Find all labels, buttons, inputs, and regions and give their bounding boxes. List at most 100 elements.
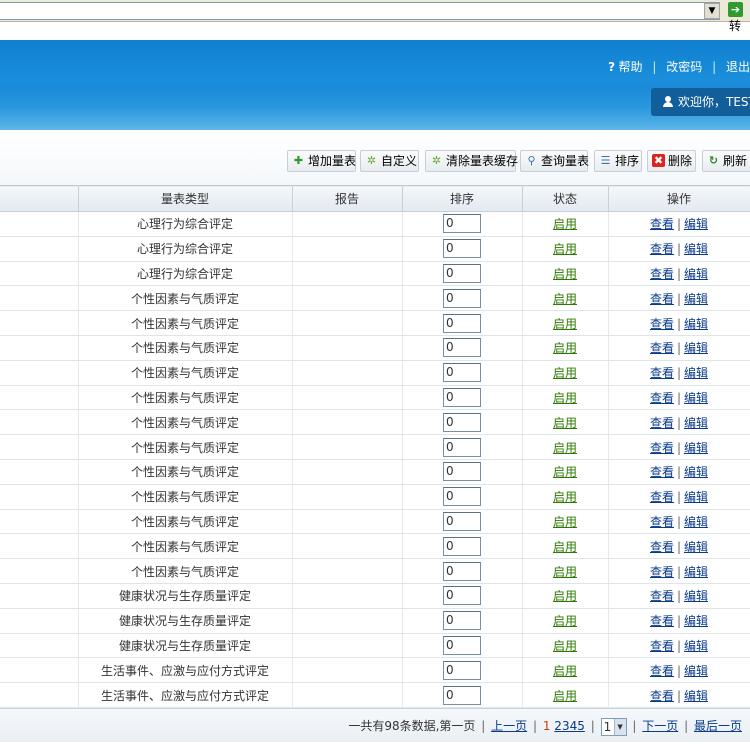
status-link[interactable]: 启用 <box>553 540 577 554</box>
view-link[interactable]: 查看 <box>650 416 674 430</box>
change-password-link[interactable]: 改密码 <box>666 60 702 74</box>
add-scale-button[interactable]: ✚ 增加量表 <box>287 150 356 172</box>
status-link[interactable]: 启用 <box>553 565 577 579</box>
page-link[interactable]: 5 <box>577 719 585 733</box>
next-page-link[interactable]: 下一页 <box>642 719 678 733</box>
edit-link[interactable]: 编辑 <box>684 664 708 678</box>
status-link[interactable]: 启用 <box>553 441 577 455</box>
status-link[interactable]: 启用 <box>553 292 577 306</box>
status-link[interactable]: 启用 <box>553 217 577 231</box>
go-button[interactable]: ➔转 <box>728 2 750 33</box>
order-input[interactable]: 0 <box>443 437 481 457</box>
column-header-scale-type[interactable]: 量表类型 <box>77 185 293 212</box>
view-link[interactable]: 查看 <box>650 689 674 703</box>
view-link[interactable]: 查看 <box>650 540 674 554</box>
view-link[interactable]: 查看 <box>650 317 674 331</box>
order-input[interactable]: 0 <box>443 338 481 358</box>
edit-link[interactable]: 编辑 <box>684 242 708 256</box>
logout-link[interactable]: 退出 <box>726 60 750 74</box>
help-link[interactable]: 帮助 <box>619 60 643 74</box>
address-input[interactable] <box>0 2 720 20</box>
edit-link[interactable]: 编辑 <box>684 565 708 579</box>
edit-link[interactable]: 编辑 <box>684 441 708 455</box>
status-link[interactable]: 启用 <box>553 689 577 703</box>
order-input[interactable]: 0 <box>443 561 481 581</box>
edit-link[interactable]: 编辑 <box>684 589 708 603</box>
edit-link[interactable]: 编辑 <box>684 366 708 380</box>
order-input[interactable]: 0 <box>443 635 481 655</box>
column-header-report[interactable]: 报告 <box>291 185 403 212</box>
order-input[interactable]: 0 <box>443 363 481 383</box>
order-input[interactable]: 0 <box>443 487 481 507</box>
prev-page-link[interactable]: 上一页 <box>491 719 527 733</box>
status-link[interactable]: 启用 <box>553 664 577 678</box>
view-link[interactable]: 查看 <box>650 614 674 628</box>
order-input[interactable]: 0 <box>443 387 481 407</box>
status-link[interactable]: 启用 <box>553 341 577 355</box>
edit-link[interactable]: 编辑 <box>684 614 708 628</box>
status-link[interactable]: 启用 <box>553 416 577 430</box>
edit-link[interactable]: 编辑 <box>684 317 708 331</box>
order-input[interactable]: 0 <box>443 536 481 556</box>
order-input[interactable]: 0 <box>443 660 481 680</box>
edit-link[interactable]: 编辑 <box>684 689 708 703</box>
view-link[interactable]: 查看 <box>650 267 674 281</box>
refresh-button[interactable]: ↻ 刷新 <box>702 150 750 172</box>
order-input[interactable]: 0 <box>443 313 481 333</box>
page-link[interactable]: 3 <box>562 719 570 733</box>
status-link[interactable]: 启用 <box>553 267 577 281</box>
view-link[interactable]: 查看 <box>650 639 674 653</box>
edit-link[interactable]: 编辑 <box>684 540 708 554</box>
edit-link[interactable]: 编辑 <box>684 267 708 281</box>
query-scale-button[interactable]: ⚲ 查询量表 <box>520 150 589 172</box>
view-link[interactable]: 查看 <box>650 341 674 355</box>
edit-link[interactable]: 编辑 <box>684 639 708 653</box>
order-input[interactable]: 0 <box>443 685 481 705</box>
status-link[interactable]: 启用 <box>553 465 577 479</box>
address-dropdown-button[interactable]: ▼ <box>704 3 720 19</box>
status-link[interactable]: 启用 <box>553 391 577 405</box>
view-link[interactable]: 查看 <box>650 589 674 603</box>
column-header-order[interactable]: 排序 <box>401 185 523 212</box>
page-select[interactable]: 1 ▼ <box>600 717 627 736</box>
view-link[interactable]: 查看 <box>650 441 674 455</box>
view-link[interactable]: 查看 <box>650 664 674 678</box>
page-link-current[interactable]: 1 <box>543 719 551 733</box>
order-input[interactable]: 0 <box>443 586 481 606</box>
order-input[interactable]: 0 <box>443 214 481 234</box>
view-link[interactable]: 查看 <box>650 292 674 306</box>
status-link[interactable]: 启用 <box>553 639 577 653</box>
edit-link[interactable]: 编辑 <box>684 465 708 479</box>
edit-link[interactable]: 编辑 <box>684 217 708 231</box>
status-link[interactable]: 启用 <box>553 317 577 331</box>
status-link[interactable]: 启用 <box>553 515 577 529</box>
edit-link[interactable]: 编辑 <box>684 515 708 529</box>
view-link[interactable]: 查看 <box>650 465 674 479</box>
status-link[interactable]: 启用 <box>553 242 577 256</box>
view-link[interactable]: 查看 <box>650 490 674 504</box>
view-link[interactable]: 查看 <box>650 366 674 380</box>
page-link[interactable]: 2 <box>554 719 562 733</box>
view-link[interactable]: 查看 <box>650 515 674 529</box>
order-input[interactable]: 0 <box>443 462 481 482</box>
view-link[interactable]: 查看 <box>650 391 674 405</box>
status-link[interactable]: 启用 <box>553 366 577 380</box>
clear-cache-button[interactable]: ✲ 清除量表缓存 <box>425 150 518 172</box>
edit-link[interactable]: 编辑 <box>684 416 708 430</box>
status-link[interactable]: 启用 <box>553 614 577 628</box>
order-input[interactable]: 0 <box>443 239 481 259</box>
order-input[interactable]: 0 <box>443 412 481 432</box>
edit-link[interactable]: 编辑 <box>684 292 708 306</box>
order-input[interactable]: 0 <box>443 263 481 283</box>
order-input[interactable]: 0 <box>443 288 481 308</box>
status-link[interactable]: 启用 <box>553 490 577 504</box>
edit-link[interactable]: 编辑 <box>684 391 708 405</box>
custom-button[interactable]: ✲ 自定义 <box>360 150 419 172</box>
edit-link[interactable]: 编辑 <box>684 341 708 355</box>
view-link[interactable]: 查看 <box>650 242 674 256</box>
delete-button[interactable]: ✖ 删除 <box>647 150 696 172</box>
edit-link[interactable]: 编辑 <box>684 490 708 504</box>
last-page-link[interactable]: 最后一页 <box>694 719 742 733</box>
view-link[interactable]: 查看 <box>650 217 674 231</box>
sort-button[interactable]: ☰ 排序 <box>594 150 642 172</box>
